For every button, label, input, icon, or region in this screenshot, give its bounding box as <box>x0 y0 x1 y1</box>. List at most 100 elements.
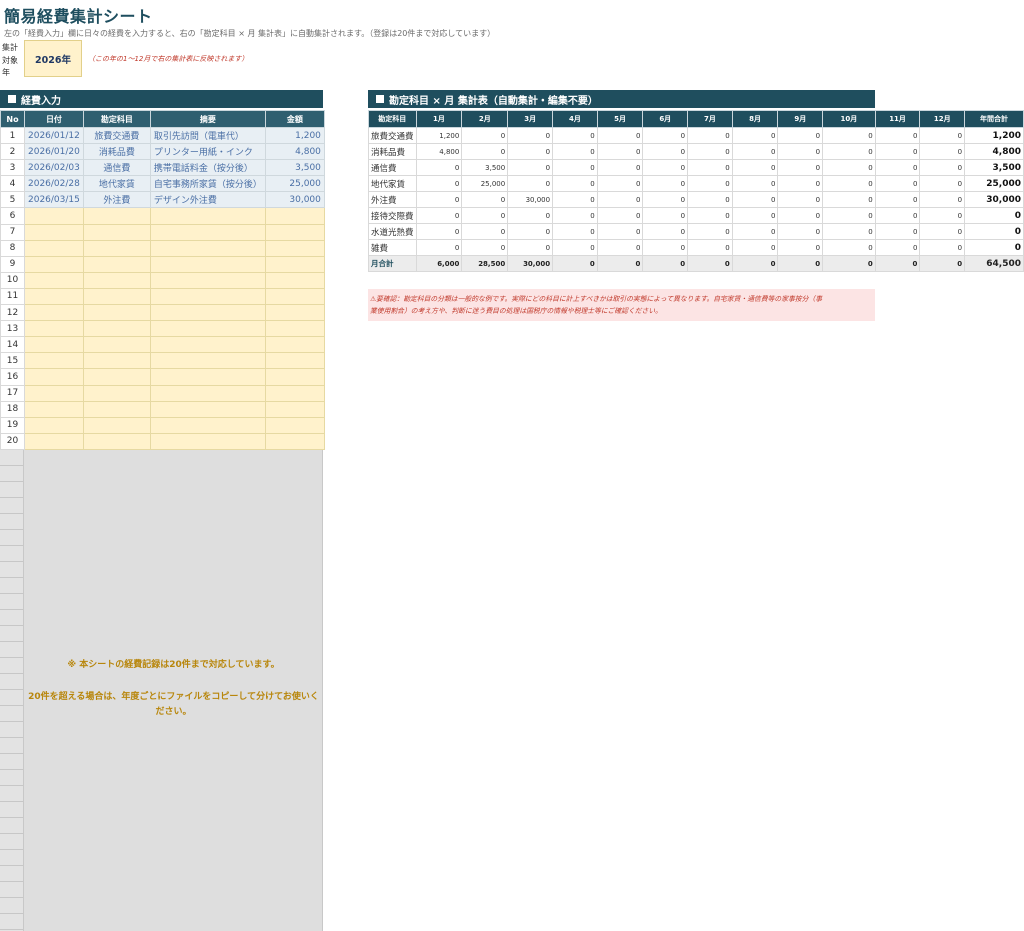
description-cell[interactable] <box>149 432 266 450</box>
category-cell[interactable] <box>82 304 151 322</box>
amount-cell[interactable]: 25,000 <box>264 175 325 193</box>
date-cell[interactable] <box>24 320 84 338</box>
category-cell[interactable] <box>82 287 151 306</box>
category-cell[interactable]: 地代家賃 <box>82 175 151 193</box>
description-cell[interactable]: 自宅事務所家賃（按分後） <box>149 175 266 193</box>
category-cell[interactable] <box>82 255 151 273</box>
expense-col-header: 日付 <box>24 110 84 128</box>
category-cell[interactable] <box>82 336 151 354</box>
date-cell[interactable] <box>24 432 84 450</box>
amount-cell[interactable]: 1,200 <box>264 126 325 145</box>
amount-cell[interactable]: 4,800 <box>264 143 325 161</box>
date-cell[interactable]: 2026/02/28 <box>24 175 84 193</box>
square-icon <box>8 95 16 103</box>
year-label: 集計対象年 <box>2 43 18 77</box>
date-cell[interactable] <box>24 239 84 257</box>
description-cell[interactable] <box>149 239 266 257</box>
month-value: 0 <box>642 223 689 240</box>
description-cell[interactable]: デザイン外注費 <box>149 191 266 209</box>
category-cell[interactable] <box>82 271 151 289</box>
amount-cell[interactable] <box>264 384 325 402</box>
month-value: 25,000 <box>461 175 509 192</box>
date-cell[interactable] <box>24 352 84 370</box>
amount-cell[interactable] <box>264 368 325 386</box>
date-cell[interactable] <box>24 207 84 225</box>
row-number: 6 <box>0 207 25 225</box>
date-cell[interactable]: 2026/02/03 <box>24 159 84 177</box>
category-cell[interactable] <box>82 432 151 450</box>
description-cell[interactable] <box>149 255 266 273</box>
summary-col-header: 11月 <box>874 110 921 128</box>
month-value: 0 <box>874 191 921 208</box>
date-cell[interactable] <box>24 416 84 434</box>
description-cell[interactable]: プリンター用紙・インク <box>149 143 266 161</box>
date-cell[interactable] <box>24 368 84 386</box>
category-cell[interactable] <box>82 239 151 257</box>
date-cell[interactable]: 2026/01/12 <box>24 126 84 145</box>
description-cell[interactable] <box>149 207 266 225</box>
month-value: 0 <box>731 255 779 272</box>
category-cell[interactable]: 旅費交通費 <box>82 126 151 145</box>
category-cell[interactable]: 消耗品費 <box>82 143 151 161</box>
description-cell[interactable] <box>149 304 266 322</box>
month-value: 0 <box>874 207 921 224</box>
description-cell[interactable] <box>149 287 266 306</box>
amount-cell[interactable] <box>264 304 325 322</box>
amount-cell[interactable] <box>264 432 325 450</box>
annual-total: 4,800 <box>964 143 1024 160</box>
date-cell[interactable] <box>24 336 84 354</box>
date-cell[interactable] <box>24 287 84 306</box>
amount-cell[interactable] <box>264 320 325 338</box>
category-cell[interactable] <box>82 352 151 370</box>
category-cell[interactable] <box>82 223 151 241</box>
amount-cell[interactable] <box>264 255 325 273</box>
row-number: 1 <box>0 126 25 145</box>
category-cell[interactable] <box>82 207 151 225</box>
description-cell[interactable] <box>149 271 266 289</box>
description-cell[interactable] <box>149 320 266 338</box>
row-number: 20 <box>0 432 25 450</box>
description-cell[interactable] <box>149 416 266 434</box>
category-cell[interactable]: 外注費 <box>82 191 151 209</box>
category-cell[interactable] <box>82 400 151 418</box>
year-input[interactable]: 2026年 <box>24 40 82 77</box>
date-cell[interactable] <box>24 304 84 322</box>
description-cell[interactable] <box>149 336 266 354</box>
description-cell[interactable] <box>149 368 266 386</box>
date-cell[interactable] <box>24 271 84 289</box>
date-cell[interactable] <box>24 223 84 241</box>
date-cell[interactable] <box>24 255 84 273</box>
description-cell[interactable] <box>149 352 266 370</box>
category-cell[interactable] <box>82 416 151 434</box>
amount-cell[interactable] <box>264 336 325 354</box>
description-cell[interactable]: 取引先訪問（電車代） <box>149 126 266 145</box>
date-cell[interactable]: 2026/03/15 <box>24 191 84 209</box>
description-cell[interactable] <box>149 384 266 402</box>
category-cell[interactable]: 通信費 <box>82 159 151 177</box>
month-value: 0 <box>415 159 463 176</box>
amount-cell[interactable] <box>264 239 325 257</box>
month-value: 0 <box>874 255 921 272</box>
category-cell[interactable] <box>82 384 151 402</box>
amount-cell[interactable]: 3,500 <box>264 159 325 177</box>
summary-category: 旅費交通費 <box>368 127 417 144</box>
description-cell[interactable]: 携帯電話料金（按分後） <box>149 159 266 177</box>
amount-cell[interactable] <box>264 223 325 241</box>
category-cell[interactable] <box>82 368 151 386</box>
amount-cell[interactable] <box>264 352 325 370</box>
amount-cell[interactable] <box>264 271 325 289</box>
date-cell[interactable] <box>24 384 84 402</box>
month-value: 0 <box>731 223 779 240</box>
amount-cell[interactable] <box>264 400 325 418</box>
amount-cell[interactable] <box>264 416 325 434</box>
date-cell[interactable] <box>24 400 84 418</box>
date-cell[interactable]: 2026/01/20 <box>24 143 84 161</box>
description-cell[interactable] <box>149 400 266 418</box>
month-value: 30,000 <box>507 191 554 208</box>
amount-cell[interactable]: 30,000 <box>264 191 325 209</box>
month-value: 0 <box>731 239 779 256</box>
amount-cell[interactable] <box>264 207 325 225</box>
amount-cell[interactable] <box>264 287 325 306</box>
description-cell[interactable] <box>149 223 266 241</box>
category-cell[interactable] <box>82 320 151 338</box>
